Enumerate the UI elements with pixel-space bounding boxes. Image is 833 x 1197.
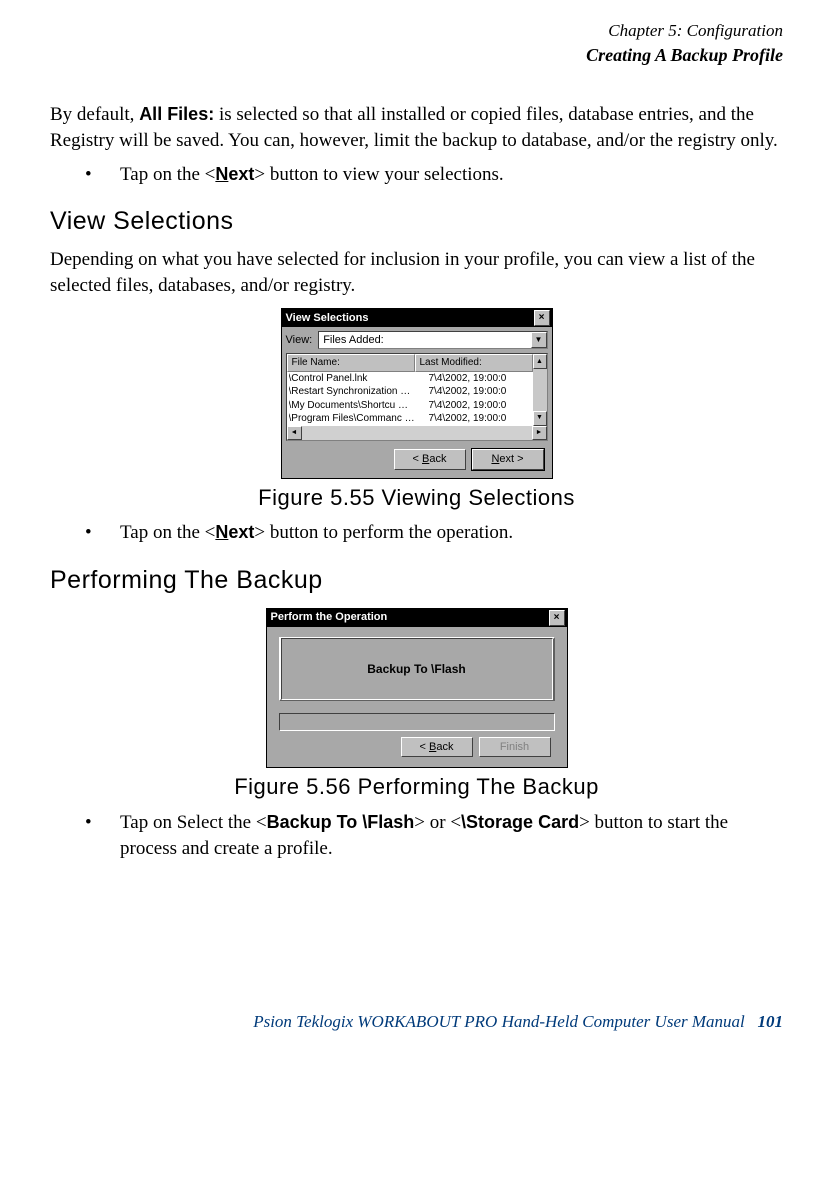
- backup-flash-label: Backup To \Flash: [267, 812, 415, 832]
- next-label: Next: [215, 522, 254, 542]
- col-file-name[interactable]: File Name:: [287, 354, 415, 372]
- col-last-modified[interactable]: Last Modified:: [415, 354, 533, 372]
- scroll-right-icon[interactable]: ►: [532, 426, 547, 440]
- text: Tap on the <: [120, 164, 215, 185]
- titlebar: Perform the Operation ×: [267, 609, 567, 627]
- scroll-down-icon[interactable]: ▼: [533, 411, 547, 426]
- text: Tap on the <: [120, 522, 215, 543]
- storage-card-label: \Storage Card: [461, 812, 579, 832]
- intro-paragraph: By default, All Files: is selected so th…: [50, 102, 783, 153]
- figure-caption: Figure 5.56 Performing The Backup: [50, 772, 783, 802]
- text: > button to view your selections.: [254, 164, 503, 185]
- bullet-text: Tap on the <NNextext> button to view you…: [120, 162, 504, 188]
- progress-bar: [279, 713, 555, 731]
- window-title: Perform the Operation: [271, 610, 388, 625]
- text: > button to perform the operation.: [254, 522, 513, 543]
- page-header: Chapter 5: Configuration Creating A Back…: [50, 20, 783, 67]
- combo-value: Files Added:: [323, 333, 384, 348]
- view-selections-window: View Selections × View: Files Added: ▼ F…: [281, 308, 553, 478]
- list-item[interactable]: \Restart Synchronization …7\4\2002, 19:0…: [287, 385, 533, 399]
- heading-view-selections: View Selections: [50, 205, 783, 239]
- text: Tap on Select the <: [120, 812, 267, 833]
- vertical-scrollbar[interactable]: ▲ ▼: [533, 354, 547, 426]
- list-item[interactable]: \My Documents\Shortcu …7\4\2002, 19:00:0: [287, 399, 533, 413]
- back-button[interactable]: < Back: [401, 737, 473, 758]
- page-number: 101: [758, 1012, 784, 1031]
- scroll-up-icon[interactable]: ▲: [533, 354, 547, 369]
- all-files-label: All Files:: [139, 104, 214, 124]
- scroll-left-icon[interactable]: ◄: [287, 426, 302, 440]
- chevron-down-icon[interactable]: ▼: [531, 332, 547, 348]
- figure-caption: Figure 5.55 Viewing Selections: [50, 483, 783, 513]
- next-button[interactable]: Next >: [472, 449, 544, 470]
- window-title: View Selections: [286, 311, 369, 326]
- view-selections-paragraph: Depending on what you have selected for …: [50, 247, 783, 298]
- backup-to-flash-button[interactable]: Backup To \Flash: [279, 637, 555, 701]
- titlebar: View Selections ×: [282, 309, 552, 327]
- bullet-item: • Tap on the <NNextext> button to view y…: [85, 162, 783, 188]
- bullet-text: Tap on the <Next> button to perform the …: [120, 520, 513, 546]
- view-combobox[interactable]: Files Added: ▼: [318, 331, 547, 349]
- perform-operation-window: Perform the Operation × Backup To \Flash…: [266, 608, 568, 769]
- bullet-marker: •: [85, 810, 120, 861]
- finish-button: Finish: [479, 737, 551, 758]
- horizontal-scrollbar[interactable]: ◄ ►: [287, 426, 547, 440]
- heading-performing-backup: Performing The Backup: [50, 564, 783, 598]
- bullet-marker: •: [85, 520, 120, 546]
- text: > or <: [414, 812, 461, 833]
- back-button[interactable]: < Back: [394, 449, 466, 470]
- file-list: File Name: Last Modified: \Control Panel…: [286, 353, 548, 441]
- section-label: Creating A Backup Profile: [50, 43, 783, 67]
- list-item[interactable]: \Program Files\Commanc …7\4\2002, 19:00:…: [287, 412, 533, 426]
- bullet-item: • Tap on the <Next> button to perform th…: [85, 520, 783, 546]
- bullet-text: Tap on Select the <Backup To \Flash> or …: [120, 810, 783, 861]
- text: By default,: [50, 104, 139, 125]
- list-item[interactable]: \Control Panel.lnk7\4\2002, 19:00:0: [287, 372, 533, 386]
- view-label: View:: [286, 333, 313, 348]
- bullet-item: • Tap on Select the <Backup To \Flash> o…: [85, 810, 783, 861]
- page-footer: Psion Teklogix WORKABOUT PRO Hand-Held C…: [50, 1011, 783, 1034]
- manual-title: Psion Teklogix WORKABOUT PRO Hand-Held C…: [253, 1012, 745, 1031]
- bullet-marker: •: [85, 162, 120, 188]
- close-icon[interactable]: ×: [534, 310, 550, 326]
- close-icon[interactable]: ×: [549, 610, 565, 626]
- chapter-label: Chapter 5: Configuration: [50, 20, 783, 43]
- next-label: NNextext: [215, 164, 254, 184]
